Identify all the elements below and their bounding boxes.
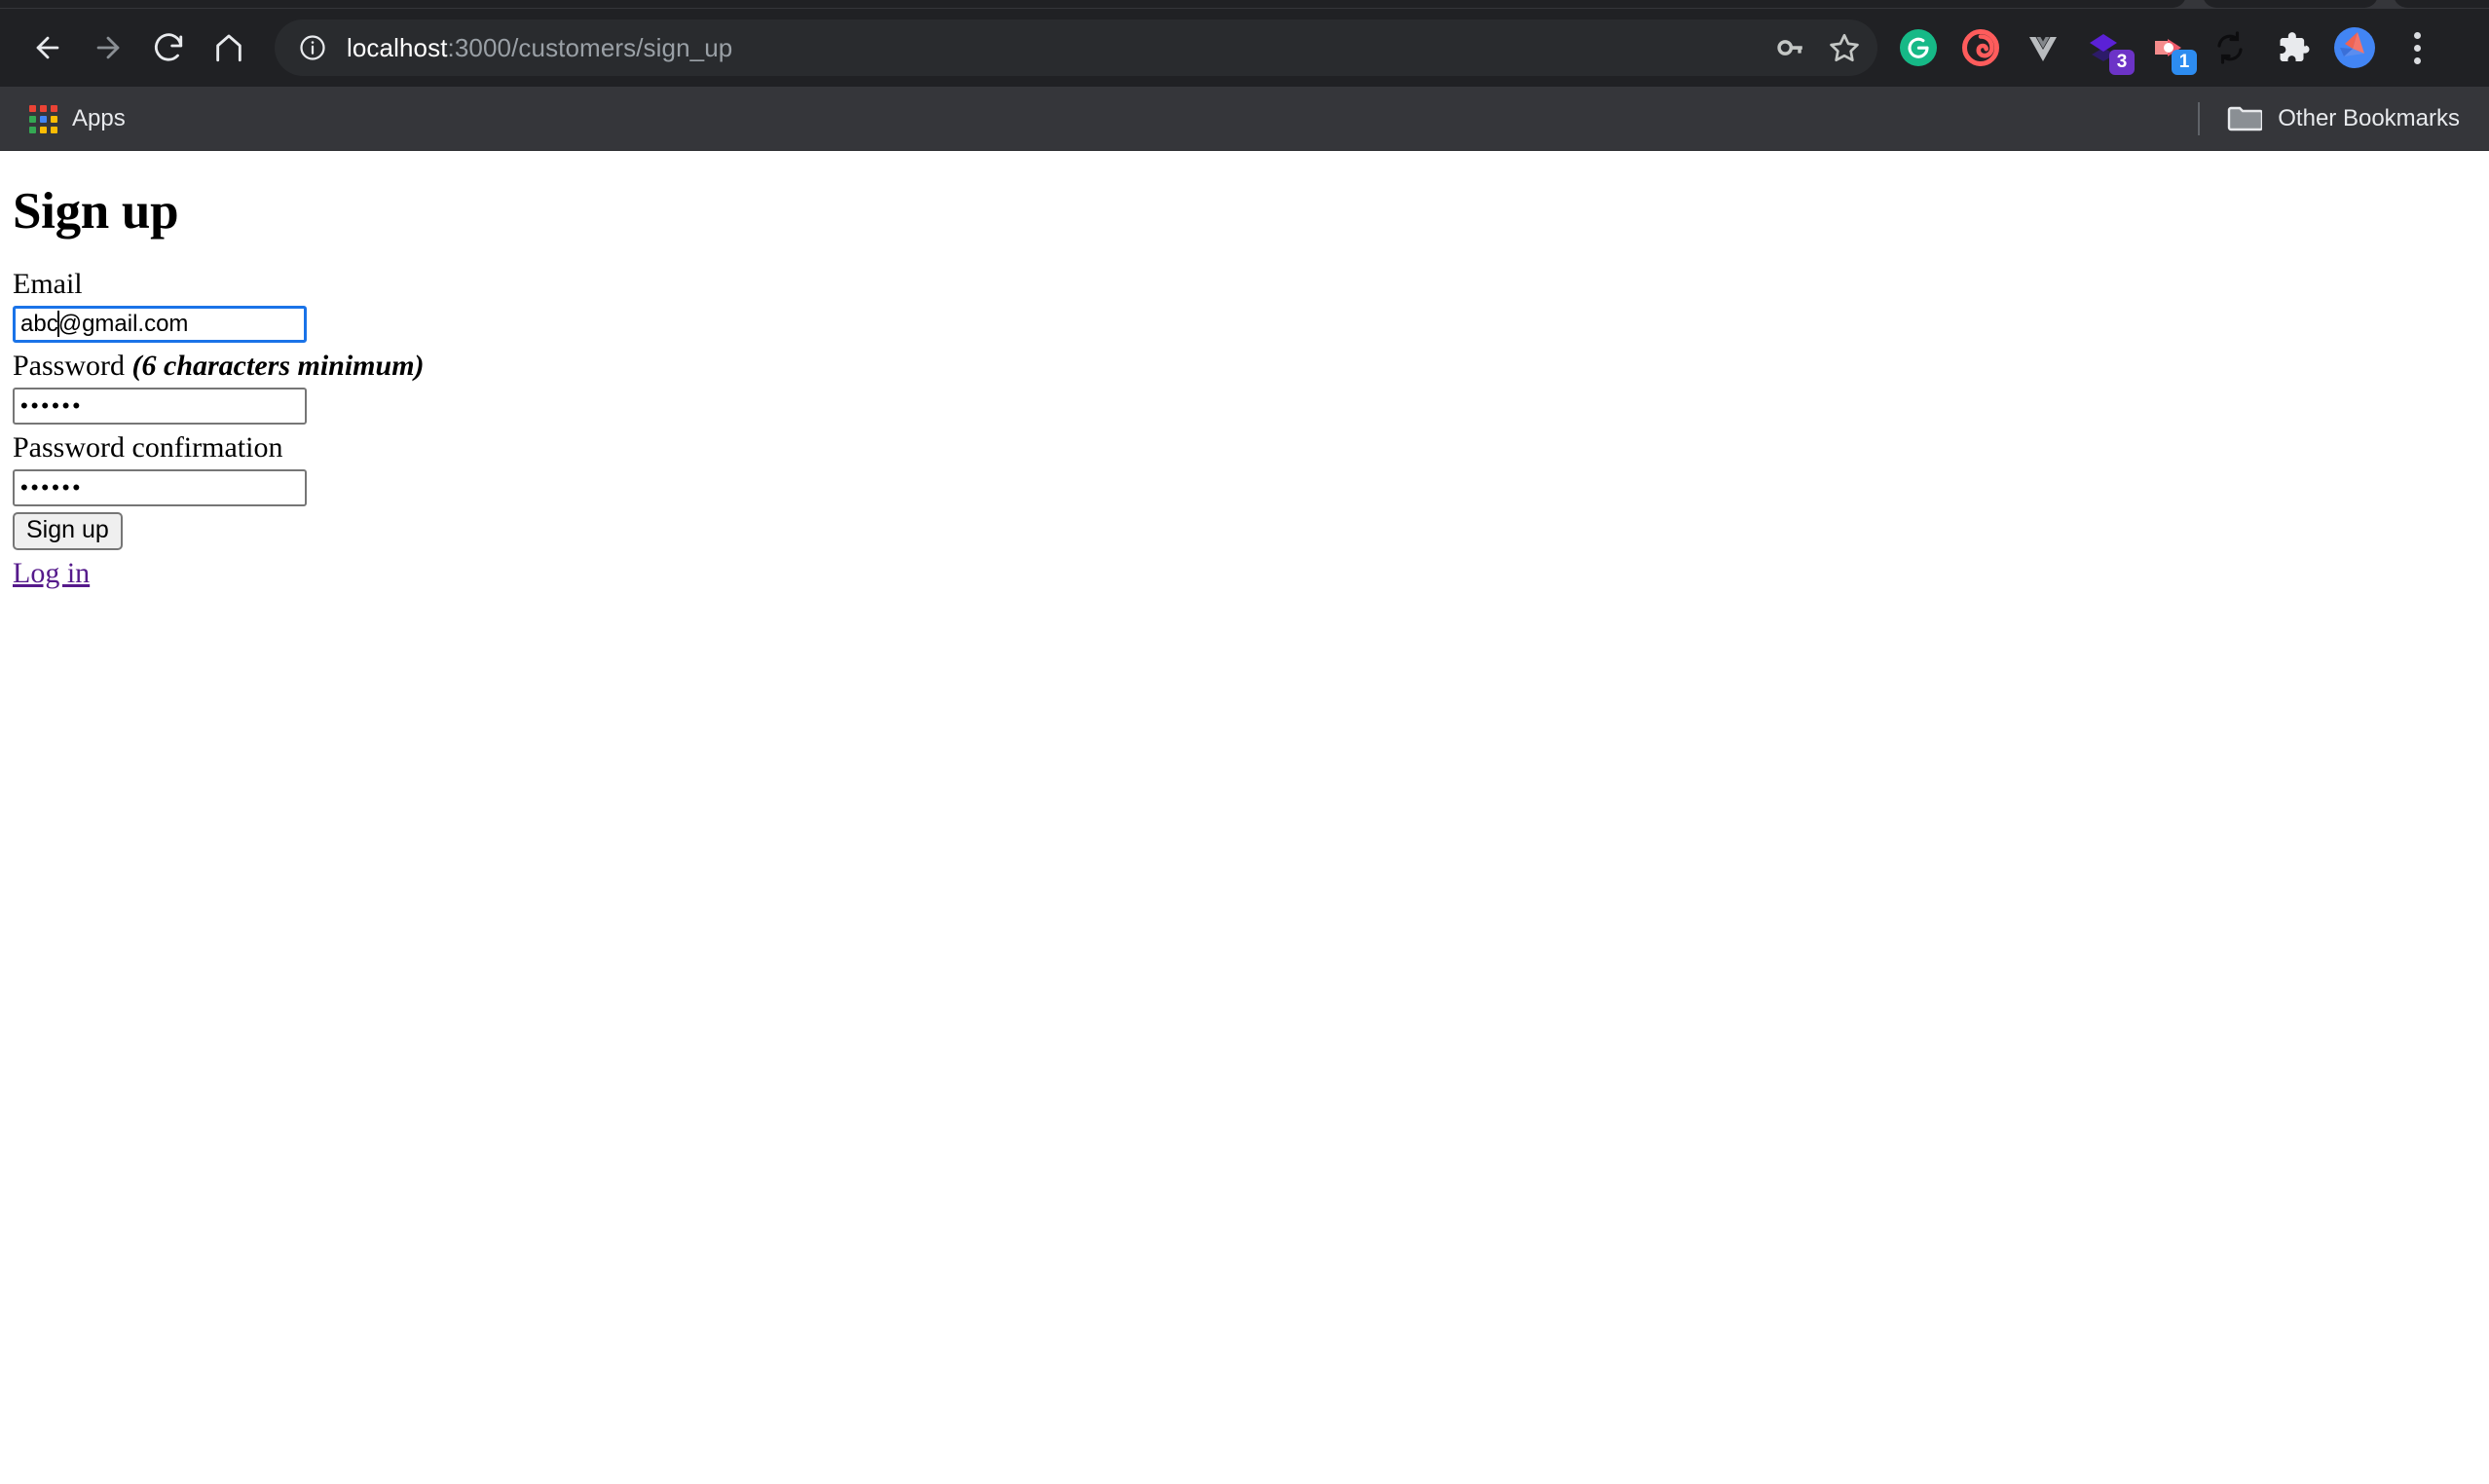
browser-chrome: localhost:3000/customers/sign_up 3 1 App… — [0, 0, 2489, 151]
tab-strip — [0, 0, 2489, 9]
password-key-button[interactable] — [1763, 20, 1817, 75]
profile-avatar[interactable] — [2323, 17, 2386, 79]
background-tab-2[interactable] — [2394, 0, 2489, 8]
bookmark-other-bookmarks[interactable]: Other Bookmarks — [2217, 95, 2470, 142]
apps-label: Apps — [72, 104, 126, 131]
folder-icon — [2228, 106, 2263, 130]
browser-toolbar: localhost:3000/customers/sign_up 3 1 — [0, 9, 2489, 87]
bookmark-star-icon — [1830, 33, 1859, 62]
email-value-before-caret: abc — [20, 310, 58, 337]
menu-dot — [2413, 31, 2421, 39]
layers-extension-badge: 3 — [2109, 50, 2135, 75]
back-arrow-icon — [36, 36, 59, 59]
background-tab-1[interactable] — [2203, 0, 2378, 8]
email-label: Email — [13, 267, 83, 300]
forward-button[interactable] — [78, 18, 138, 78]
bookmark-apps[interactable]: Apps — [19, 95, 135, 142]
reload-icon — [154, 33, 183, 61]
back-button[interactable] — [18, 18, 78, 78]
site-info-icon[interactable] — [296, 31, 329, 64]
url-host: localhost — [347, 32, 448, 62]
log-in-link[interactable]: Log in — [13, 556, 90, 591]
url-path: :3000/customers/sign_up — [447, 32, 733, 62]
email-value-after-caret: @gmail.com — [57, 310, 189, 337]
page-title: Sign up — [13, 183, 179, 240]
password-input[interactable]: •••••• — [13, 387, 307, 425]
loom-extension-icon[interactable] — [1950, 17, 2012, 79]
password-confirmation-masked-value: •••••• — [20, 474, 84, 500]
menu-dot — [2413, 44, 2421, 52]
chrome-menu-button[interactable] — [2390, 17, 2444, 79]
recorder-extension-badge: 1 — [2172, 50, 2197, 75]
sync-extension-icon[interactable] — [2199, 17, 2261, 79]
home-button[interactable] — [199, 18, 259, 78]
apps-grid-icon — [29, 104, 57, 133]
active-tab[interactable] — [0, 0, 2186, 8]
recorder-extension-icon[interactable]: 1 — [2136, 17, 2199, 79]
menu-dot — [2413, 56, 2421, 64]
bookmark-star-button[interactable] — [1817, 20, 1872, 75]
password-hint: (6 characters minimum) — [131, 349, 425, 382]
vue-devtools-extension-icon[interactable] — [2012, 17, 2074, 79]
password-key-icon — [1777, 40, 1802, 56]
password-confirmation-label: Password confirmation — [13, 430, 283, 464]
address-bar[interactable]: localhost:3000/customers/sign_up — [275, 19, 1877, 76]
bookmarks-bar: Apps Other Bookmarks — [0, 87, 2489, 151]
sign-up-button[interactable]: Sign up — [13, 511, 123, 551]
layers-extension-icon[interactable]: 3 — [2074, 17, 2136, 79]
password-label: Password (6 characters minimum) — [13, 350, 425, 382]
page-content: Sign up Email abc@gmail.com Password (6 … — [0, 183, 2489, 592]
extensions-puzzle-icon[interactable] — [2261, 17, 2323, 79]
forward-arrow-icon — [96, 36, 120, 59]
password-confirmation-input[interactable]: •••••• — [13, 468, 307, 506]
home-icon — [216, 34, 241, 62]
bookmarks-divider — [2198, 101, 2201, 135]
other-bookmarks-label: Other Bookmarks — [2278, 104, 2460, 131]
grammarly-extension-icon[interactable] — [1887, 17, 1950, 79]
reload-button[interactable] — [138, 18, 199, 78]
url-text[interactable]: localhost:3000/customers/sign_up — [347, 33, 1763, 63]
email-input[interactable]: abc@gmail.com — [13, 305, 307, 343]
password-label-text: Password — [13, 349, 132, 382]
password-masked-value: •••••• — [20, 392, 84, 418]
extensions-bar: 3 1 — [1887, 9, 2444, 87]
signup-form: Email abc@gmail.com Password (6 characte… — [13, 267, 2476, 551]
